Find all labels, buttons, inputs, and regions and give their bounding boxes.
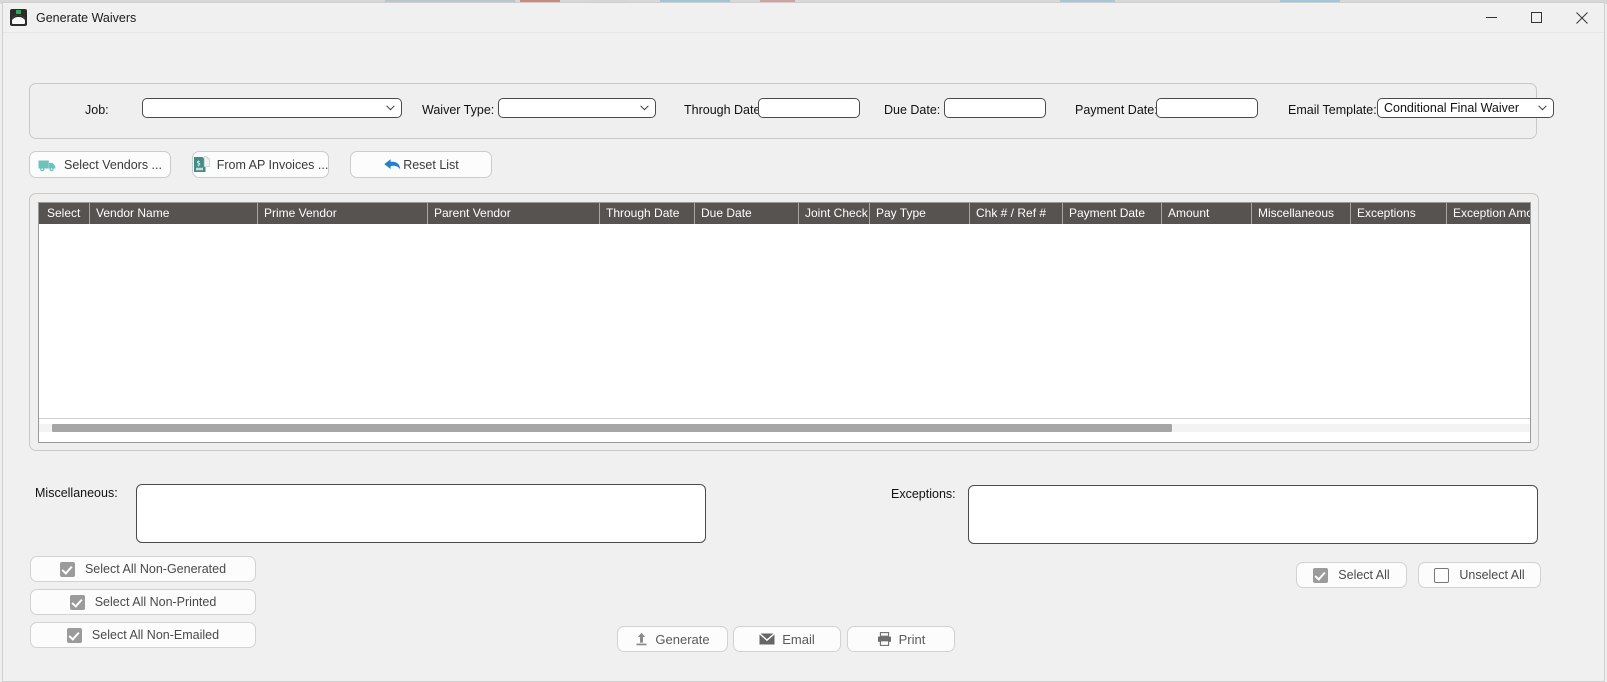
select-all-non-generated-label: Select All Non-Generated bbox=[84, 562, 227, 576]
waiver-grid[interactable]: Select Vendor Name Prime Vendor Parent Vend… bbox=[38, 202, 1531, 443]
unselect-all-button[interactable]: Unselect All bbox=[1418, 562, 1541, 588]
grid-column-header[interactable]: Through Date bbox=[599, 203, 694, 224]
printer-icon bbox=[877, 632, 891, 646]
exceptions-label: Exceptions: bbox=[891, 487, 956, 501]
checkbox-unchecked-icon bbox=[1434, 567, 1450, 583]
svg-text:$: $ bbox=[196, 160, 200, 168]
generate-label: Generate bbox=[655, 631, 710, 647]
window-title: Generate Waivers bbox=[36, 10, 137, 25]
email-template-label: Email Template: bbox=[1288, 103, 1377, 117]
print-button[interactable]: Print bbox=[847, 626, 955, 652]
grid-horizontal-scrollbar[interactable] bbox=[39, 418, 1530, 442]
grid-column-header[interactable]: Parent Vendor bbox=[427, 203, 599, 224]
select-vendors-button[interactable]: Select Vendors ... bbox=[29, 151, 171, 178]
close-icon[interactable] bbox=[1559, 3, 1604, 32]
checkbox-checked-icon bbox=[1313, 567, 1329, 583]
generate-waivers-window: Generate Waivers Job: Waiver Type: Throu… bbox=[2, 2, 1605, 682]
waiver-type-select[interactable] bbox=[498, 98, 656, 118]
miscellaneous-label: Miscellaneous: bbox=[35, 486, 118, 500]
grid-column-header[interactable]: Payment Date bbox=[1062, 203, 1161, 224]
select-all-label: Select All bbox=[1338, 568, 1390, 582]
from-ap-invoices-button[interactable]: $ From AP Invoices ... bbox=[192, 151, 329, 178]
select-vendors-label: Select Vendors ... bbox=[64, 157, 162, 172]
grid-column-header[interactable]: Exception Amount bbox=[1446, 203, 1530, 224]
checkbox-checked-icon bbox=[69, 594, 85, 610]
exceptions-textarea[interactable] bbox=[968, 485, 1538, 544]
grid-column-header[interactable]: Due Date bbox=[694, 203, 798, 224]
chevron-down-icon bbox=[1538, 105, 1547, 111]
job-label: Job: bbox=[85, 103, 109, 117]
through-date-label: Through Date: bbox=[684, 103, 764, 117]
select-all-button[interactable]: Select All bbox=[1296, 562, 1407, 588]
truck-icon bbox=[38, 160, 56, 171]
envelope-icon bbox=[759, 633, 776, 645]
grid-column-header[interactable]: Vendor Name bbox=[89, 203, 257, 224]
grid-column-header[interactable]: Select bbox=[39, 203, 89, 224]
reset-list-label: Reset List bbox=[403, 157, 459, 172]
checkbox-checked-icon bbox=[66, 627, 82, 643]
grid-column-header[interactable]: Chk # / Ref # bbox=[969, 203, 1062, 224]
invoice-document-icon: $ bbox=[193, 156, 210, 172]
waiver-type-label: Waiver Type: bbox=[422, 103, 495, 117]
maximize-icon[interactable] bbox=[1514, 3, 1559, 32]
filter-panel: Job: Waiver Type: Through Date: Due Date… bbox=[29, 83, 1554, 139]
select-all-non-printed-label: Select All Non-Printed bbox=[94, 595, 217, 609]
grid-column-header[interactable]: Prime Vendor bbox=[257, 203, 427, 224]
grid-column-header[interactable]: Joint Check bbox=[798, 203, 869, 224]
grid-column-header[interactable]: Exceptions bbox=[1350, 203, 1446, 224]
payment-date-input[interactable] bbox=[1156, 98, 1258, 118]
checkbox-checked-icon bbox=[59, 561, 75, 577]
waiver-grid-panel: Select Vendor Name Prime Vendor Parent Vend… bbox=[29, 193, 1539, 451]
chevron-down-icon bbox=[386, 105, 395, 111]
job-select[interactable] bbox=[142, 98, 402, 118]
app-logo-icon bbox=[10, 9, 27, 26]
from-ap-invoices-label: From AP Invoices ... bbox=[216, 157, 329, 172]
scrollbar-thumb[interactable] bbox=[52, 424, 1172, 432]
email-button[interactable]: Email bbox=[733, 626, 841, 652]
grid-column-header[interactable]: Amount bbox=[1161, 203, 1251, 224]
reset-list-button[interactable]: Reset List bbox=[350, 151, 492, 178]
minimize-icon[interactable] bbox=[1469, 3, 1514, 32]
chevron-down-icon bbox=[640, 105, 649, 111]
select-all-non-generated-button[interactable]: Select All Non-Generated bbox=[30, 556, 256, 582]
grid-toolbar: Select Vendors ... $ From AP Invoices ..… bbox=[29, 151, 492, 178]
grid-column-header[interactable]: Miscellaneous bbox=[1251, 203, 1350, 224]
due-date-label: Due Date: bbox=[884, 103, 941, 117]
title-bar: Generate Waivers bbox=[3, 3, 1604, 33]
due-date-input[interactable] bbox=[944, 98, 1046, 118]
email-template-select-value: Conditional Final Waiver bbox=[1384, 101, 1520, 115]
select-all-non-emailed-button[interactable]: Select All Non-Emailed bbox=[30, 622, 256, 648]
print-label: Print bbox=[898, 631, 926, 647]
miscellaneous-textarea[interactable] bbox=[136, 484, 706, 543]
undo-arrow-icon bbox=[384, 158, 401, 169]
unselect-all-label: Unselect All bbox=[1459, 568, 1525, 582]
payment-date-label: Payment Date: bbox=[1075, 103, 1158, 117]
generate-button[interactable]: Generate bbox=[617, 626, 728, 652]
through-date-input[interactable] bbox=[758, 98, 860, 118]
select-all-non-printed-button[interactable]: Select All Non-Printed bbox=[30, 589, 256, 615]
grid-body[interactable] bbox=[39, 224, 1530, 416]
window-controls bbox=[1469, 3, 1604, 32]
grid-column-header[interactable]: Pay Type bbox=[869, 203, 969, 224]
email-template-select[interactable]: Conditional Final Waiver bbox=[1377, 98, 1554, 118]
select-all-non-emailed-label: Select All Non-Emailed bbox=[91, 628, 220, 642]
upload-arrow-icon bbox=[636, 632, 647, 646]
grid-header-row: Select Vendor Name Prime Vendor Parent Vend… bbox=[39, 203, 1530, 225]
email-label: Email bbox=[782, 631, 815, 647]
